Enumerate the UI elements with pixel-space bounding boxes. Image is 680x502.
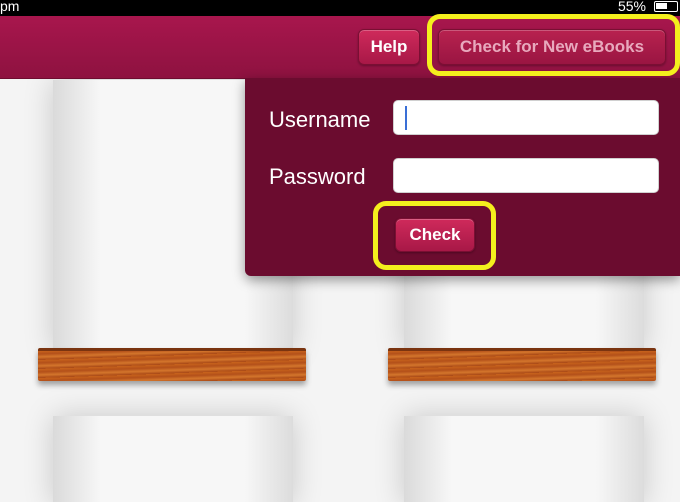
text-cursor bbox=[405, 106, 407, 130]
app-screen: pm 55% Help Check for New eBooks Usernam… bbox=[0, 0, 680, 502]
battery-percentage: 55% bbox=[617, 0, 646, 14]
username-input[interactable] bbox=[393, 100, 659, 135]
password-label: Password bbox=[269, 164, 366, 189]
highlight-outline bbox=[427, 14, 680, 76]
help-button[interactable]: Help bbox=[358, 29, 420, 65]
status-time: pm bbox=[0, 0, 20, 14]
wooden-shelf bbox=[38, 348, 306, 381]
highlight-outline bbox=[373, 201, 496, 270]
wooden-shelf bbox=[388, 348, 656, 381]
bookshelf-slot bbox=[404, 416, 644, 502]
bookshelf-slot bbox=[53, 416, 293, 502]
username-label: Username bbox=[269, 107, 371, 132]
password-input[interactable] bbox=[393, 158, 659, 193]
battery-icon bbox=[654, 1, 678, 12]
